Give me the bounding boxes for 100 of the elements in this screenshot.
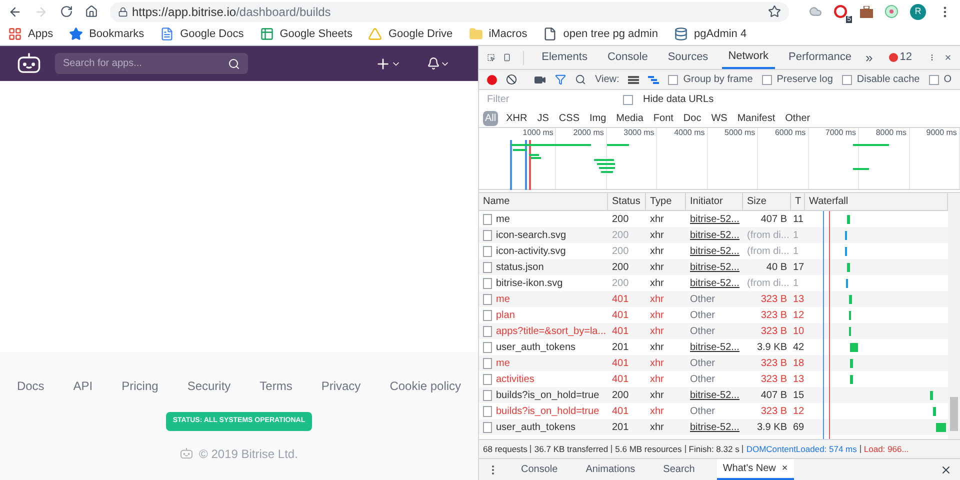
request-type: xhr [650, 214, 664, 224]
home-icon[interactable] [85, 5, 98, 18]
bookmark-item[interactable]: Google Sheets [260, 26, 352, 42]
search-input[interactable]: Search for apps... [63, 56, 228, 71]
column-header[interactable]: Status [612, 194, 640, 209]
drawer-tab[interactable]: Console [515, 459, 564, 480]
type-filter-button[interactable]: XHR [504, 110, 530, 126]
request-type: xhr [650, 406, 664, 416]
bookmark-item[interactable]: Google Docs [160, 26, 244, 42]
status-code: 200 [612, 278, 629, 288]
time-tick-label: 3000 ms [624, 128, 654, 138]
request-type: xhr [650, 326, 664, 336]
request-name: bitrise-ikon.svg [496, 276, 563, 290]
column-header[interactable]: Waterfall [809, 194, 848, 209]
summary-text: 36.7 KB transferred [534, 442, 608, 456]
checkbox[interactable] [623, 94, 633, 104]
request-size: 407 B [760, 214, 787, 224]
notifications-button[interactable] [427, 57, 450, 70]
footer-link[interactable]: API [73, 377, 93, 395]
filter-icon[interactable] [555, 74, 566, 85]
request-row[interactable]: icon-search.svg 200 xhr bitrise-52... (from di... 1 [479, 227, 948, 243]
type-filter-button[interactable]: CSS [556, 110, 582, 126]
request-row[interactable]: builds?is_on_hold=true 200 xhr bitrise-52... 407 B 15 [479, 387, 948, 403]
request-time: 69 [793, 422, 804, 432]
request-row[interactable]: me 401 xhr Other 323 B 13 [479, 291, 948, 307]
drawer-tab[interactable]: Animations [580, 459, 642, 480]
devtools-tab[interactable]: Console [601, 46, 654, 69]
type-filter-button[interactable]: Manifest [735, 110, 778, 126]
error-counter[interactable]: 12 [888, 49, 912, 66]
initiator-link[interactable]: bitrise-52... [690, 214, 740, 224]
bookmark-item[interactable]: Bookmarks [69, 26, 144, 42]
type-filter-button[interactable]: JS [535, 110, 551, 126]
initiator-link[interactable]: bitrise-52... [690, 262, 740, 272]
checkbox[interactable] [928, 74, 939, 84]
time-tick-label: 2000 ms [573, 128, 604, 138]
devtools-tab[interactable]: Sources [662, 46, 714, 69]
request-name: icon-search.svg [496, 228, 566, 242]
option-label: Hide data URLs [643, 93, 714, 107]
footer-link[interactable]: Pricing [122, 377, 158, 395]
footer-link[interactable]: Docs [16, 377, 44, 395]
device-icon[interactable] [503, 51, 511, 64]
column-header[interactable]: Name [483, 194, 510, 209]
bookmark-item[interactable]: pgAdmin 4 [674, 26, 747, 42]
initiator-link[interactable]: bitrise-52... [690, 230, 740, 240]
checkbox[interactable] [842, 74, 852, 84]
request-row[interactable]: me 401 xhr Other 323 B 18 [479, 355, 948, 371]
clear-icon[interactable] [506, 74, 517, 85]
search-icon[interactable] [575, 74, 586, 85]
request-row[interactable]: apps?title=&sort_by=la... 401 xhr Other 323 B 10 [479, 323, 948, 339]
checkbox[interactable] [762, 74, 772, 84]
waterfall-bar [933, 407, 936, 416]
initiator-link[interactable]: bitrise-52... [690, 342, 740, 352]
type-filter-button[interactable]: WS [709, 110, 730, 126]
close-icon[interactable] [940, 464, 952, 476]
type-filter-button[interactable]: Media [614, 110, 646, 126]
bookmark-item[interactable]: Apps [8, 26, 54, 42]
back-icon[interactable] [8, 4, 22, 18]
address-field[interactable]: https://app.bitrise.io/dashboard/builds [110, 2, 789, 22]
record-button[interactable] [487, 74, 497, 84]
footer-link[interactable]: Terms [260, 377, 292, 395]
initiator-link[interactable]: bitrise-52... [690, 278, 740, 288]
option-label: Group by frame [683, 73, 753, 87]
list-view-icon[interactable] [628, 76, 640, 84]
drawer-tab[interactable]: Search [657, 459, 701, 480]
bookmark-item[interactable]: iMacros [468, 26, 528, 42]
request-row[interactable]: status.json 200 xhr bitrise-52... 40 B 17 [479, 259, 948, 275]
type-filter-button[interactable]: Font [651, 110, 676, 126]
status-code: 401 [612, 294, 629, 304]
more-tabs-button[interactable]: » [866, 48, 873, 68]
close-tab-button[interactable]: × [782, 461, 788, 476]
file-icon [483, 246, 492, 256]
footer-link[interactable]: Cookie policy [390, 377, 462, 395]
inspect-icon[interactable] [487, 51, 495, 64]
footer-link[interactable]: Security [187, 377, 231, 395]
column-header[interactable]: Type [650, 194, 672, 209]
devtools-tab[interactable]: Performance [782, 46, 858, 69]
type-filter-button[interactable]: Other [783, 110, 812, 126]
bookmark-item[interactable]: open tree pg admin [543, 26, 658, 42]
initiator-link[interactable]: bitrise-52... [690, 422, 740, 432]
scrollbar[interactable] [948, 193, 960, 439]
initiator-link[interactable]: bitrise-52... [690, 246, 740, 256]
profile-avatar[interactable]: R [910, 4, 926, 20]
request-row[interactable]: user_auth_tokens 201 xhr bitrise-52... 3.9 KB 69 [479, 419, 948, 435]
waterfall-view-icon[interactable] [648, 76, 660, 84]
column-header[interactable]: Size [747, 194, 766, 209]
checkbox[interactable] [668, 74, 678, 84]
search-field[interactable]: Search for apps... [55, 53, 248, 74]
column-header[interactable]: T [795, 194, 802, 209]
camera-icon[interactable] [534, 74, 546, 86]
add-menu-button[interactable] [375, 56, 401, 72]
footer-link[interactable]: Privacy [321, 377, 361, 395]
type-filter-button[interactable]: Img [587, 110, 608, 126]
type-filter-button[interactable]: Doc [681, 110, 704, 126]
devtools-tab[interactable]: Elements [536, 46, 594, 69]
search-icon [228, 58, 240, 70]
bookmark-item[interactable]: Google Drive [368, 26, 453, 42]
reload-icon[interactable] [60, 5, 73, 18]
initiator-link[interactable]: bitrise-52... [690, 390, 740, 400]
drawer-tab[interactable]: What's New × [716, 459, 794, 480]
column-header[interactable]: Initiator [690, 194, 723, 209]
